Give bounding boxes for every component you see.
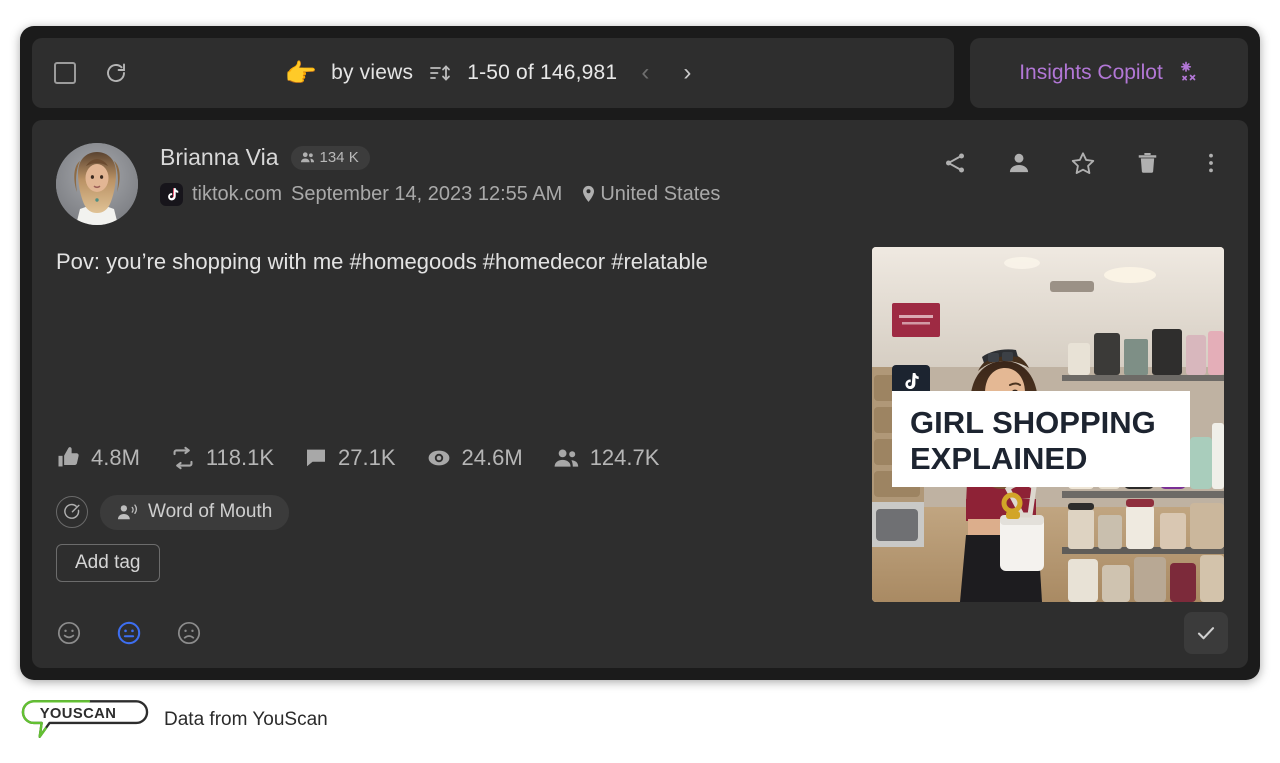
repost-icon <box>173 446 193 469</box>
sentiment-positive[interactable] <box>56 620 82 646</box>
mention-actions <box>942 140 1224 176</box>
post-thumbnail[interactable]: GIRL SHOPPING EXPLAINED <box>872 247 1224 602</box>
check-icon <box>1197 627 1215 640</box>
sort-icon[interactable] <box>427 61 453 85</box>
metric-audience-value: 124.7K <box>589 444 660 470</box>
footer: YOUSCAN Data from YouScan <box>20 698 328 742</box>
add-tag-button[interactable]: Add tag <box>56 543 160 582</box>
sentiment-negative[interactable] <box>176 620 202 646</box>
metric-likes-value: 4.8M <box>91 444 140 470</box>
insights-copilot-label: Insights Copilot <box>1019 61 1163 84</box>
sentiment-neutral[interactable] <box>116 620 142 646</box>
results-toolbar: 👉 by views 1-50 of 146,981 ‹ › <box>32 38 954 108</box>
refresh-icon[interactable] <box>104 61 128 85</box>
sort-label[interactable]: by views <box>331 61 413 85</box>
youscan-logo: YOUSCAN <box>21 700 149 738</box>
metric-comments-value: 27.1K <box>338 444 396 470</box>
confirm-button[interactable] <box>1184 612 1228 654</box>
mention-header: Brianna Via 134 K tiktok.com September 1… <box>56 140 1224 225</box>
metric-views: 24.6M <box>426 445 523 471</box>
results-panel: 👉 by views 1-50 of 146,981 ‹ › Insights … <box>20 26 1260 680</box>
thumbnail-caption-line1: GIRL SHOPPING <box>910 405 1156 440</box>
tiktok-icon <box>160 183 183 206</box>
thumbnail-caption-line2: EXPLAINED <box>910 441 1087 476</box>
metric-likes: 4.8M <box>56 445 140 471</box>
insights-copilot-button[interactable]: Insights Copilot <box>970 38 1248 108</box>
results-range-label: 1-50 of 146,981 <box>467 61 618 84</box>
followers-count: 134 K <box>319 148 359 166</box>
word-of-mouth-icon <box>117 504 138 520</box>
author-row: Brianna Via 134 K <box>160 144 942 171</box>
trash-icon[interactable] <box>1134 150 1160 176</box>
comment-icon <box>307 449 326 466</box>
select-all-checkbox[interactable] <box>54 62 76 84</box>
metric-reposts-value: 118.1K <box>205 444 275 470</box>
mention-content: Pov: you’re shopping with me #homegoods … <box>56 247 872 602</box>
screenshot-root: 👉 by views 1-50 of 146,981 ‹ › Insights … <box>0 0 1280 763</box>
location-pin-icon <box>583 185 595 202</box>
author-icon[interactable] <box>1006 150 1032 176</box>
mention-body: Pov: you’re shopping with me #homegoods … <box>56 247 1224 602</box>
mention-footer <box>56 612 1228 654</box>
metric-views-value: 24.6M <box>461 444 523 470</box>
toolbar-center-group: 👉 by views 1-50 of 146,981 ‹ › <box>32 57 954 89</box>
previous-page-button[interactable]: ‹ <box>631 57 659 89</box>
eye-icon <box>428 450 449 466</box>
mention-card: Brianna Via 134 K tiktok.com September 1… <box>32 120 1248 668</box>
metric-comments: 27.1K <box>304 445 396 471</box>
location-label: United States <box>600 183 721 205</box>
metric-audience: 124.7K <box>553 444 660 471</box>
toolbar-row: 👉 by views 1-50 of 146,981 ‹ › Insights … <box>32 38 1248 108</box>
sentiment-group <box>56 620 202 646</box>
thumbs-up-icon <box>58 447 79 467</box>
location-group: United States <box>580 183 720 206</box>
avatar[interactable] <box>56 143 138 225</box>
tags-row: Word of Mouth <box>56 494 844 530</box>
footer-caption: Data from YouScan <box>164 709 328 730</box>
more-vertical-icon[interactable] <box>1198 150 1224 176</box>
people-icon <box>300 151 314 162</box>
post-text: Pov: you’re shopping with me #homegoods … <box>56 249 708 274</box>
auto-tag-icon[interactable] <box>56 496 88 529</box>
share-icon[interactable] <box>942 150 968 176</box>
youscan-wordmark: YOUSCAN <box>40 706 117 722</box>
star-icon[interactable] <box>1070 150 1096 176</box>
post-date: September 14, 2023 12:55 AM <box>291 183 563 205</box>
tag-word-of-mouth[interactable]: Word of Mouth <box>100 494 290 530</box>
sparkle-icon <box>1175 59 1199 88</box>
mention-meta: Brianna Via 134 K tiktok.com September 1… <box>160 140 942 206</box>
author-name[interactable]: Brianna Via <box>160 144 279 171</box>
metric-reposts: 118.1K <box>170 445 274 471</box>
pointer-emoji: 👉 <box>284 58 318 88</box>
metrics-row: 4.8M 118.1K 27.1K 24.6M 124.7K <box>56 445 844 471</box>
source-domain[interactable]: tiktok.com <box>192 183 282 206</box>
toolbar-left-group <box>54 61 128 85</box>
source-row: tiktok.com September 14, 2023 12:55 AM U… <box>160 183 942 206</box>
followers-badge: 134 K <box>290 145 370 170</box>
next-page-button[interactable]: › <box>673 57 701 89</box>
tag-label: Word of Mouth <box>148 501 273 523</box>
audience-icon <box>554 449 578 467</box>
